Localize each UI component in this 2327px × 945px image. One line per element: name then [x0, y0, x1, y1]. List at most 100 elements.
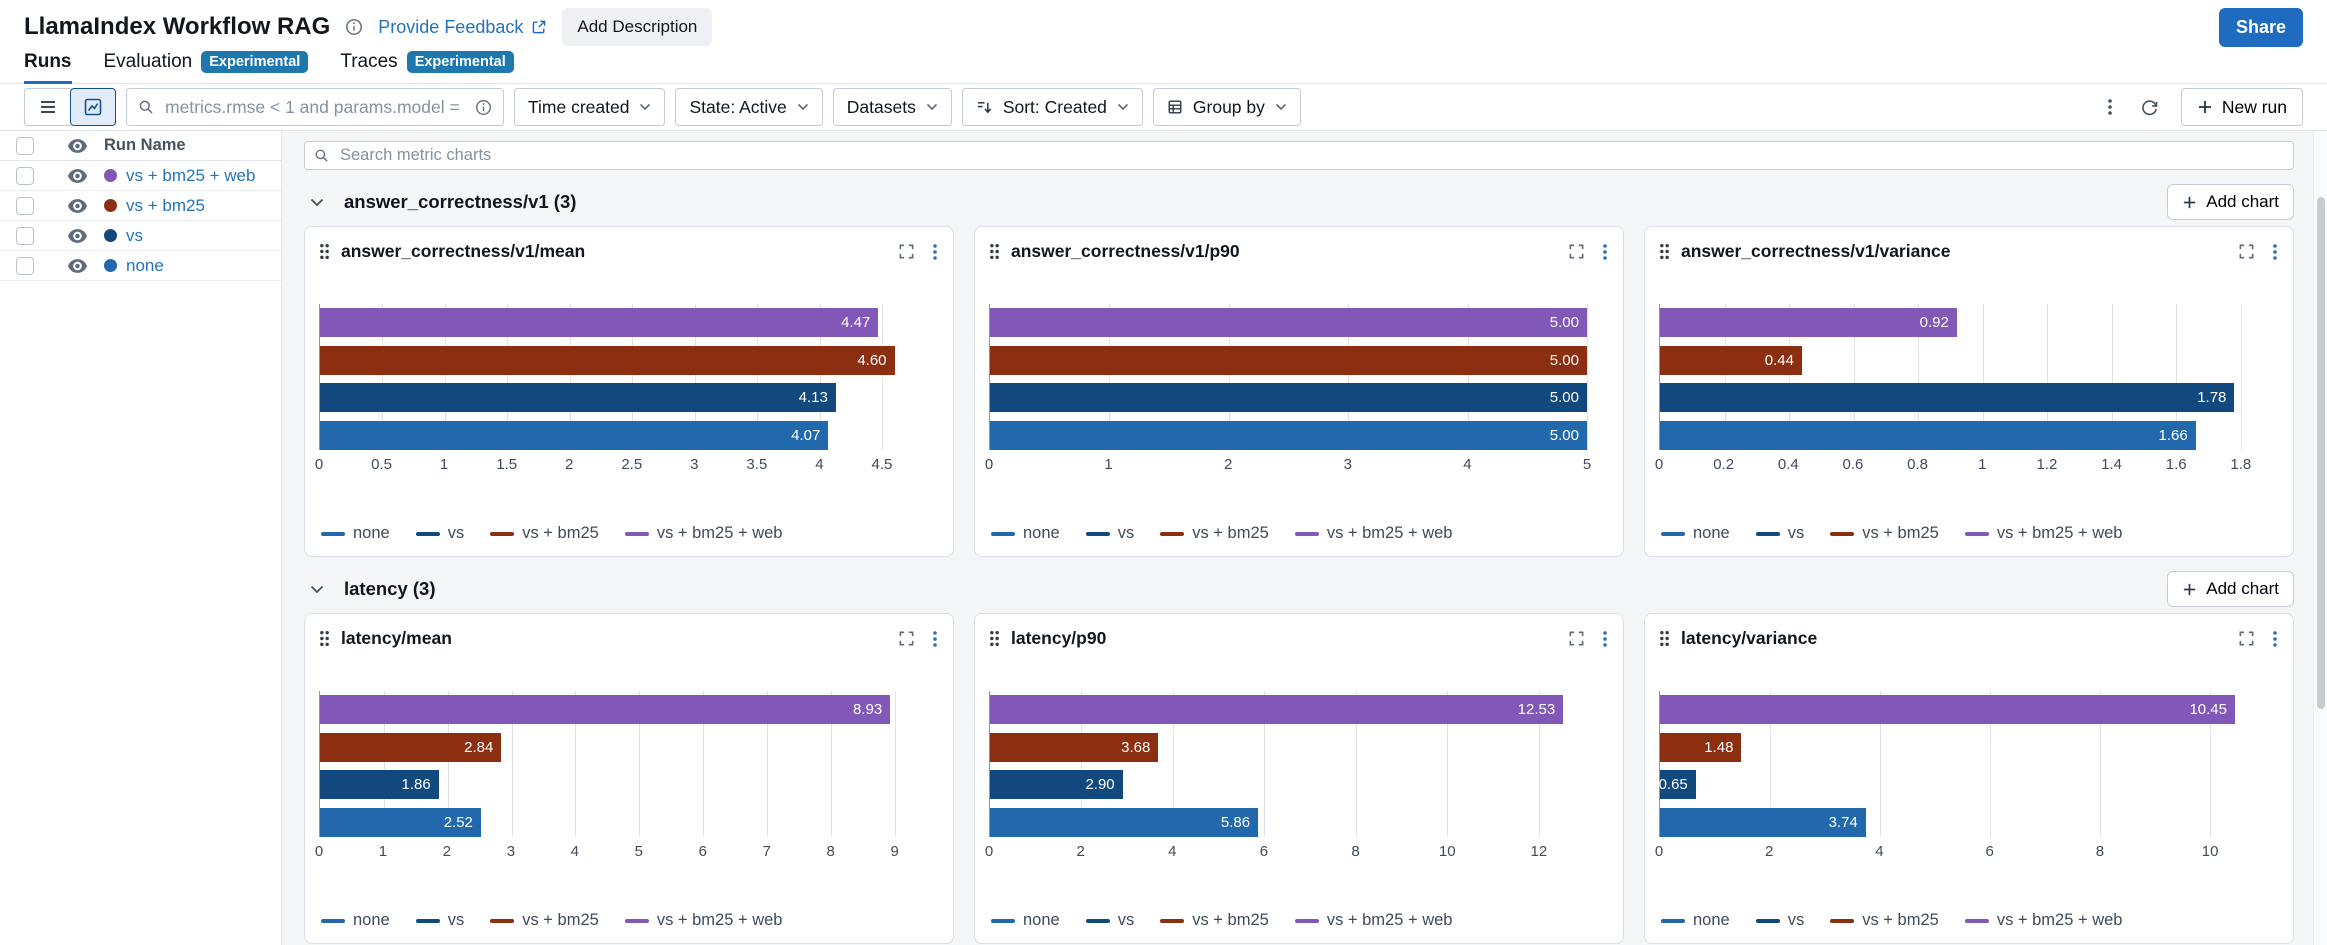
bar[interactable]: 8.93 [320, 695, 890, 724]
bar[interactable]: 0.65 [1660, 770, 1696, 799]
kebab-menu-icon[interactable] [2102, 93, 2118, 121]
add-chart-button[interactable]: Add chart [2167, 184, 2294, 220]
legend-item[interactable]: vs + bm25 + web [1965, 911, 2123, 930]
legend-item[interactable]: vs [1756, 911, 1805, 930]
legend-item[interactable]: none [991, 911, 1060, 930]
share-button[interactable]: Share [2219, 8, 2303, 47]
tab-traces[interactable]: Traces Experimental [340, 51, 513, 83]
expand-icon[interactable] [898, 243, 915, 260]
kebab-menu-icon[interactable] [2273, 244, 2277, 260]
legend-item[interactable]: none [1661, 911, 1730, 930]
legend-item[interactable]: none [1661, 524, 1730, 543]
runs-search-input[interactable] [163, 96, 466, 119]
legend-item[interactable]: vs [1756, 524, 1805, 543]
provide-feedback-link[interactable]: Provide Feedback [378, 17, 547, 38]
kebab-menu-icon[interactable] [933, 244, 937, 260]
refresh-icon[interactable] [2134, 92, 2165, 123]
kebab-menu-icon[interactable] [2273, 631, 2277, 647]
metric-charts-search-input[interactable] [338, 145, 2284, 166]
run-checkbox[interactable] [16, 167, 34, 185]
info-icon[interactable] [345, 18, 363, 36]
bar[interactable]: 4.60 [320, 346, 895, 375]
run-name-link[interactable]: vs + bm25 + web [126, 166, 255, 186]
drag-handle-icon[interactable] [319, 630, 330, 647]
bar[interactable]: 2.52 [320, 808, 481, 837]
bar[interactable]: 5.00 [990, 308, 1587, 337]
bar[interactable]: 2.84 [320, 733, 501, 762]
legend-item[interactable]: vs + bm25 + web [625, 524, 783, 543]
list-view-button[interactable] [24, 88, 70, 126]
legend-item[interactable]: vs [416, 911, 465, 930]
bar[interactable]: 4.07 [320, 421, 828, 450]
bar[interactable]: 1.86 [320, 770, 439, 799]
bar[interactable]: 5.00 [990, 383, 1587, 412]
add-description-button[interactable]: Add Description [562, 8, 712, 46]
tab-evaluation[interactable]: Evaluation Experimental [104, 51, 309, 83]
drag-handle-icon[interactable] [1659, 243, 1670, 260]
expand-icon[interactable] [2238, 630, 2255, 647]
legend-item[interactable]: vs + bm25 [1830, 911, 1939, 930]
bar[interactable]: 4.47 [320, 308, 878, 337]
legend-item[interactable]: vs + bm25 [1160, 911, 1269, 930]
sort-button[interactable]: Sort: Created [962, 88, 1143, 126]
chevron-down-icon[interactable] [310, 198, 324, 207]
bar[interactable]: 2.90 [990, 770, 1123, 799]
chart-view-button[interactable] [70, 88, 116, 126]
kebab-menu-icon[interactable] [933, 631, 937, 647]
run-name-link[interactable]: none [126, 256, 164, 276]
legend-item[interactable]: vs + bm25 [490, 524, 599, 543]
expand-icon[interactable] [1568, 243, 1585, 260]
eye-icon[interactable] [68, 169, 87, 183]
legend-item[interactable]: vs [416, 524, 465, 543]
legend-item[interactable]: vs + bm25 + web [1295, 524, 1453, 543]
drag-handle-icon[interactable] [989, 630, 1000, 647]
chevron-down-icon[interactable] [310, 585, 324, 594]
bar[interactable]: 0.92 [1660, 308, 1957, 337]
bar[interactable]: 12.53 [990, 695, 1563, 724]
legend-item[interactable]: none [321, 524, 390, 543]
tab-runs[interactable]: Runs [24, 51, 72, 83]
run-name-link[interactable]: vs [126, 226, 143, 246]
expand-icon[interactable] [1568, 630, 1585, 647]
legend-item[interactable]: vs [1086, 911, 1135, 930]
bar[interactable]: 0.44 [1660, 346, 1802, 375]
filter-time-created[interactable]: Time created [514, 88, 665, 126]
group-by-button[interactable]: Group by [1153, 88, 1301, 126]
select-all-checkbox[interactable] [16, 137, 34, 155]
legend-item[interactable]: vs + bm25 + web [625, 911, 783, 930]
drag-handle-icon[interactable] [1659, 630, 1670, 647]
add-chart-button[interactable]: Add chart [2167, 571, 2294, 607]
kebab-menu-icon[interactable] [1603, 244, 1607, 260]
legend-item[interactable]: vs + bm25 [490, 911, 599, 930]
eye-icon[interactable] [68, 199, 87, 213]
filter-datasets[interactable]: Datasets [833, 88, 952, 126]
expand-icon[interactable] [2238, 243, 2255, 260]
run-checkbox[interactable] [16, 227, 34, 245]
bar[interactable]: 1.78 [1660, 383, 2234, 412]
legend-item[interactable]: none [321, 911, 390, 930]
run-checkbox[interactable] [16, 257, 34, 275]
bar[interactable]: 3.68 [990, 733, 1158, 762]
run-checkbox[interactable] [16, 197, 34, 215]
expand-icon[interactable] [898, 630, 915, 647]
bar[interactable]: 5.00 [990, 421, 1587, 450]
legend-item[interactable]: vs + bm25 [1160, 524, 1269, 543]
legend-item[interactable]: vs + bm25 + web [1965, 524, 2123, 543]
eye-icon[interactable] [68, 259, 87, 273]
bar[interactable]: 10.45 [1660, 695, 2235, 724]
drag-handle-icon[interactable] [319, 243, 330, 260]
info-circle-icon[interactable] [475, 99, 492, 116]
eye-icon[interactable] [68, 229, 87, 243]
legend-item[interactable]: vs [1086, 524, 1135, 543]
kebab-menu-icon[interactable] [1603, 631, 1607, 647]
bar[interactable]: 1.48 [1660, 733, 1741, 762]
filter-state[interactable]: State: Active [675, 88, 822, 126]
run-name-link[interactable]: vs + bm25 [126, 196, 205, 216]
legend-item[interactable]: vs + bm25 [1830, 524, 1939, 543]
bar[interactable]: 1.66 [1660, 421, 2196, 450]
eye-icon[interactable] [68, 139, 87, 153]
legend-item[interactable]: vs + bm25 + web [1295, 911, 1453, 930]
new-run-button[interactable]: New run [2181, 88, 2303, 126]
legend-item[interactable]: none [991, 524, 1060, 543]
drag-handle-icon[interactable] [989, 243, 1000, 260]
